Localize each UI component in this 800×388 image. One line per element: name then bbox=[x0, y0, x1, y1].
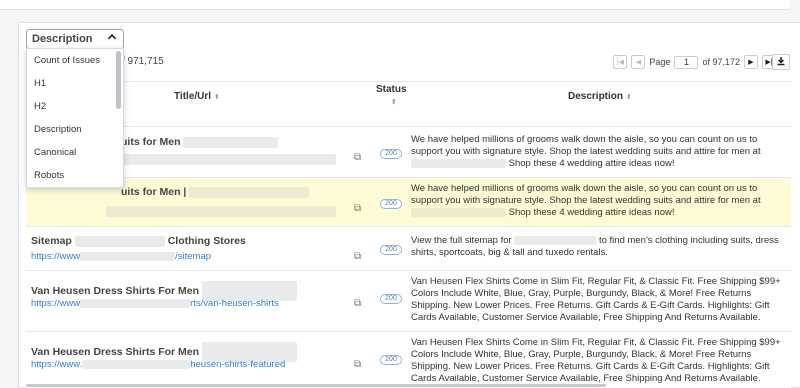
prev-page-button[interactable]: ◀ bbox=[631, 55, 646, 69]
redacted-block bbox=[411, 158, 506, 168]
row-description-tail: Shop these 4 wedding attire ideas now! bbox=[508, 158, 675, 169]
table-row[interactable]: Van Heusen Dress Shirts For Men https://… bbox=[26, 332, 791, 388]
column-header-label: Title/Url bbox=[174, 91, 212, 102]
row-url[interactable]: https://www rts/van-heusen-shirts bbox=[31, 298, 279, 309]
row-title-text: uits for Men bbox=[121, 136, 181, 148]
row-title-text: Van Heusen Dress Shirts For Men bbox=[31, 284, 200, 297]
external-link-icon[interactable]: ⧉ bbox=[354, 359, 361, 370]
sort-icon: ⬍ bbox=[391, 99, 397, 106]
download-icon bbox=[776, 56, 786, 69]
row-description: Van Heusen Flex Shirts Come in Slim Fit,… bbox=[411, 337, 781, 384]
horizontal-scrollbar[interactable] bbox=[26, 384, 606, 387]
dropdown-option[interactable]: Canonical bbox=[27, 141, 123, 164]
row-description-tail: Shop these 4 wedding attire ideas now! bbox=[508, 207, 675, 218]
row-description-text: View the full sitemap for bbox=[411, 235, 512, 246]
dropdown-option[interactable]: Description bbox=[27, 118, 123, 141]
column-filter-dropdown: Count of Issues H1 H2 Description Canoni… bbox=[26, 48, 124, 188]
external-link-icon[interactable]: ⧉ bbox=[354, 251, 361, 262]
column-filter-value: Description bbox=[32, 33, 93, 45]
first-page-button[interactable]: |◀ bbox=[613, 55, 628, 69]
download-button[interactable] bbox=[772, 54, 790, 70]
redacted-block bbox=[74, 235, 165, 247]
row-title[interactable]: uits for Men bbox=[121, 136, 279, 148]
status-badge: 200 bbox=[380, 294, 402, 304]
chevron-up-icon bbox=[107, 32, 117, 45]
dropdown-option[interactable]: H1 bbox=[27, 72, 123, 95]
column-header-label: Status bbox=[376, 84, 407, 95]
row-title[interactable]: uits for Men | bbox=[121, 186, 310, 198]
table-row[interactable]: Sitemap Clothing Stores https://www/site… bbox=[26, 227, 791, 271]
table-header: Title/Url ⬍ Status ⬍ Description ⬍ bbox=[26, 81, 791, 127]
table-row[interactable]: uits for Men | ⧉ 200 We have helped mill… bbox=[26, 178, 791, 227]
row-url-text: https://www. bbox=[31, 359, 83, 370]
row-url[interactable]: https://www/sitemap bbox=[31, 251, 211, 262]
row-title-text: uits for Men | bbox=[121, 186, 187, 198]
dropdown-option[interactable]: Robots bbox=[27, 164, 123, 187]
table-row[interactable]: uits for Men ⧉ 200 We have helped millio… bbox=[26, 127, 791, 178]
column-filter-select[interactable]: Description bbox=[26, 29, 124, 49]
row-title-text: Van Heusen Dress Shirts For Men bbox=[31, 345, 200, 358]
external-link-icon[interactable]: ⧉ bbox=[354, 152, 361, 163]
page-total: of 97,172 bbox=[702, 57, 740, 67]
column-header-title-url[interactable]: Title/Url ⬍ bbox=[174, 91, 220, 102]
row-description: View the full sitemap for to find men's … bbox=[411, 235, 783, 259]
redacted-block bbox=[80, 298, 191, 308]
total-count: f 971,715 bbox=[122, 56, 164, 67]
table-toolbar: Description f 971,715 |◀ ◀ Page 1 of 97,… bbox=[19, 23, 800, 81]
next-page-button[interactable]: ▶ bbox=[744, 55, 758, 69]
redacted-block bbox=[411, 207, 506, 217]
row-title[interactable]: Sitemap Clothing Stores bbox=[31, 235, 246, 247]
page-label: Page bbox=[649, 57, 671, 67]
redacted-block bbox=[189, 186, 310, 198]
redacted-block bbox=[80, 251, 176, 261]
status-badge: 200 bbox=[380, 199, 402, 209]
column-header-description[interactable]: Description ⬍ bbox=[568, 91, 632, 102]
page-number-input[interactable]: 1 bbox=[674, 55, 699, 69]
row-url-text: /sitemap bbox=[175, 251, 212, 262]
status-badge: 200 bbox=[380, 245, 402, 255]
sort-icon: ⬍ bbox=[626, 94, 632, 101]
dropdown-scrollbar[interactable] bbox=[116, 51, 121, 109]
row-description: We have helped millions of grooms walk d… bbox=[411, 134, 783, 170]
dropdown-option[interactable]: H2 bbox=[27, 95, 123, 118]
external-link-icon[interactable]: ⧉ bbox=[354, 298, 361, 309]
redacted-block bbox=[183, 136, 279, 148]
row-description: We have helped millions of grooms walk d… bbox=[411, 183, 783, 219]
redacted-block bbox=[106, 206, 336, 217]
status-badge: 200 bbox=[380, 149, 402, 159]
top-card-edge bbox=[0, 0, 790, 10]
row-url[interactable]: https://www. heusen-shirts-featured bbox=[31, 359, 285, 370]
row-title-text: Clothing Stores bbox=[167, 235, 246, 247]
table-row[interactable]: Van Heusen Dress Shirts For Men https://… bbox=[26, 271, 791, 332]
sort-icon: ⬍ bbox=[214, 94, 220, 101]
redacted-block bbox=[514, 235, 597, 245]
row-description: Van Heusen Flex Shirts Come in Slim Fit,… bbox=[411, 276, 781, 323]
row-url-text: heusen-shirts-featured bbox=[190, 359, 286, 370]
row-title-text: Sitemap bbox=[31, 235, 72, 247]
table-body: uits for Men ⧉ 200 We have helped millio… bbox=[26, 127, 791, 388]
pagination: |◀ ◀ Page 1 of 97,172 ▶ ▶| bbox=[613, 55, 776, 69]
external-link-icon[interactable]: ⧉ bbox=[354, 203, 361, 214]
redacted-block bbox=[106, 154, 336, 165]
status-badge: 200 bbox=[380, 355, 402, 365]
row-url-text: https://www bbox=[31, 298, 81, 309]
row-url-text: rts/van-heusen-shirts bbox=[190, 298, 279, 309]
row-description-text: We have helped millions of grooms walk d… bbox=[411, 134, 761, 157]
redacted-block bbox=[82, 359, 191, 369]
dropdown-option[interactable]: Count of Issues bbox=[27, 49, 123, 72]
column-header-status[interactable]: Status bbox=[376, 84, 407, 95]
report-panel: Description f 971,715 |◀ ◀ Page 1 of 97,… bbox=[18, 22, 800, 388]
row-url-text: https://www bbox=[31, 251, 81, 262]
row-description-text: We have helped millions of grooms walk d… bbox=[411, 183, 761, 206]
column-header-label: Description bbox=[568, 91, 624, 102]
